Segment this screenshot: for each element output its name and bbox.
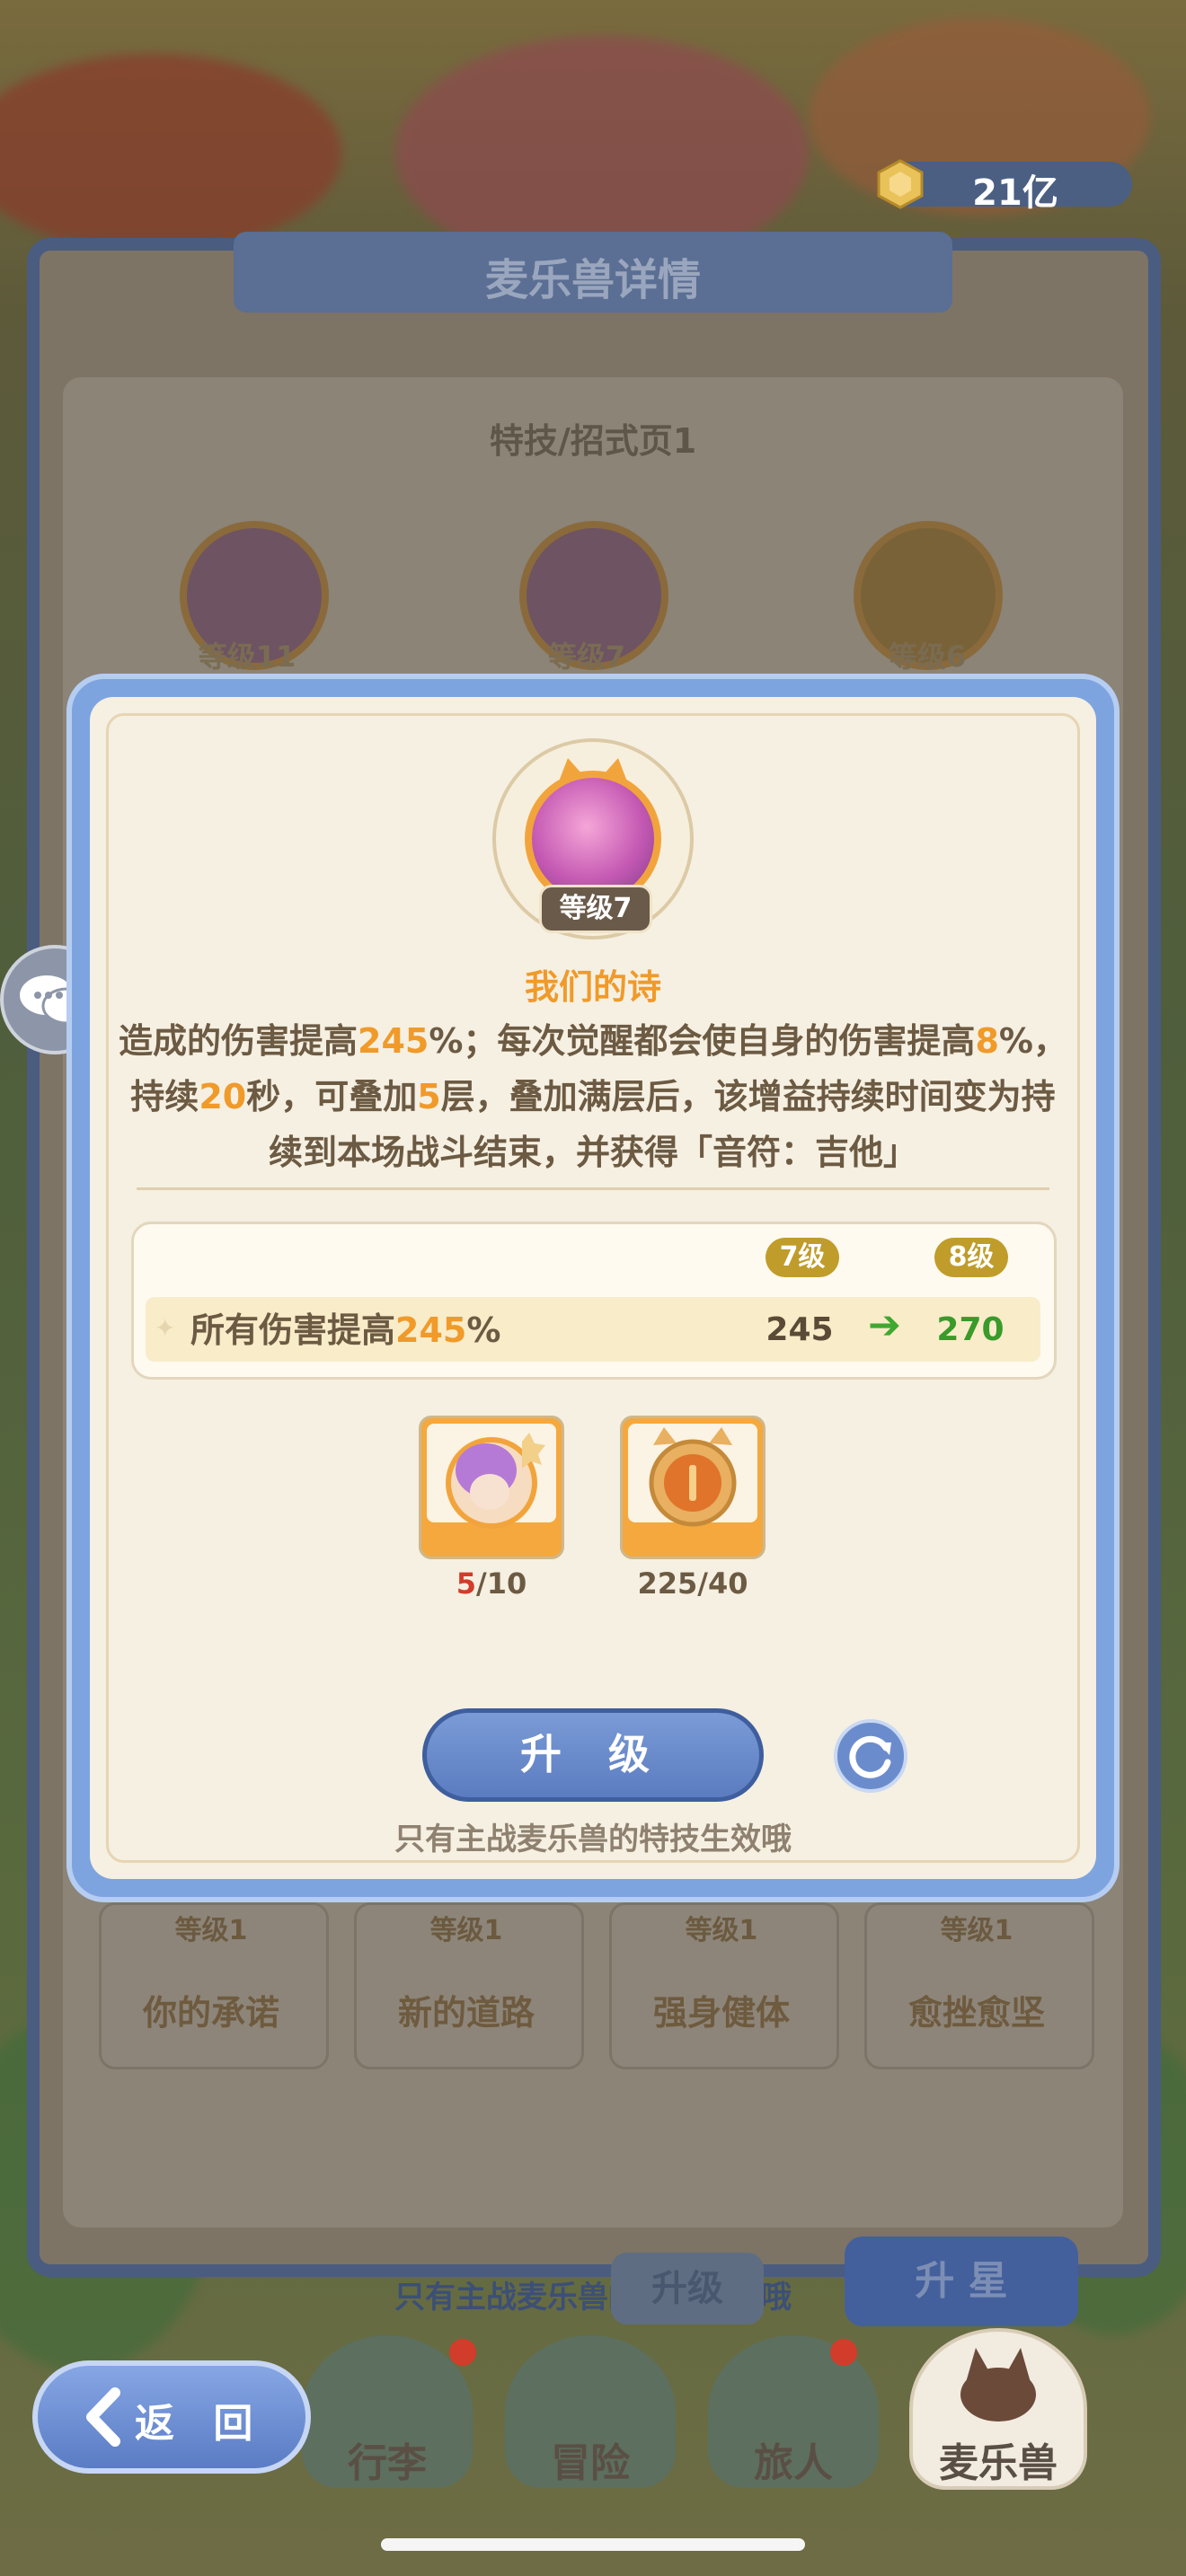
star-up-button[interactable]: 升 星 [845,2236,1078,2326]
stat-current-value: 245 [766,1311,834,1348]
home-indicator[interactable] [381,2538,805,2551]
current-level-pill: 7级 [766,1238,839,1277]
desc-highlight: 5 [417,1077,441,1116]
divider [137,1187,1049,1190]
desc-text: %；每次觉醒都会使自身的伤害提高 [429,1021,976,1061]
skill-card-level: 等级1 [174,1915,248,1946]
skill-level-badge: 等级7 [539,885,652,933]
skill-level-2: 等级7 [547,640,626,674]
material-count-1: 5/10 [456,1566,527,1601]
material-slot-2[interactable] [620,1416,766,1559]
back-label: 返 回 [135,2401,266,2447]
next-level-pill: 8级 [934,1238,1008,1277]
nav-traveler-label: 旅人 [754,2440,833,2486]
skill-level-1: 等级11 [198,640,296,674]
skill-name: 我们的诗 [524,967,661,1007]
detail-title: 麦乐兽详情 [484,255,701,305]
currency-amount: 21亿 [972,172,1058,214]
skill-card-name: 新的道路 [397,1993,535,2033]
skill-page-title[interactable]: 特技/招式页1 [63,413,1123,463]
skill-card-name: 你的承诺 [142,1993,279,2033]
skill-card-level: 等级1 [429,1915,503,1946]
character-shard-icon [427,1424,556,1529]
refresh-button[interactable] [834,1719,907,1793]
detail-hint: 只有主战麦乐兽的特技生效哦 [394,2280,792,2316]
arrow-right-icon: ➔ [868,1302,901,1348]
notification-badge [449,2339,476,2366]
refresh-icon [849,1735,891,1778]
nav-pets-label: 麦乐兽 [939,2440,1058,2486]
skill-card-level: 等级1 [685,1915,758,1946]
fox-icon [960,2348,1036,2422]
skill-card-level: 等级1 [940,1915,1013,1946]
stat-label: 所有伤害提高245% [190,1310,501,1350]
material-slot-1[interactable] [419,1416,564,1559]
stat-next-value: 270 [936,1311,1005,1348]
nav-adventure-label: 冒险 [551,2440,630,2486]
upgrade-button[interactable]: 升 级 [422,1708,764,1802]
desc-highlight: 20 [199,1077,247,1116]
notification-badge [830,2339,857,2366]
detail-upgrade-button[interactable]: 升级 [611,2253,764,2325]
back-arrow-icon [86,2387,120,2447]
skill-card-name: 愈挫愈坚 [907,1993,1045,2033]
coin-icon [877,159,924,209]
sparkle-icon: ✦ [155,1313,176,1343]
nav-luggage-label: 行李 [348,2440,427,2486]
desc-text: 秒，可叠加 [246,1077,418,1116]
desc-highlight: 245 [358,1021,429,1061]
skill-description: 造成的伤害提高245%；每次觉醒都会使自身的伤害提高8%，持续20秒，可叠加5层… [115,1013,1071,1180]
material-count-2: 225/40 [637,1566,748,1601]
modal-hint: 只有主战麦乐兽的特技生效哦 [394,1822,792,1857]
cat-coin-icon [628,1424,757,1527]
desc-highlight: 8 [975,1021,999,1061]
skill-card-name: 强身健体 [652,1993,790,2033]
skill-level-3: 等级6 [888,640,967,674]
desc-text: 造成的伤害提高 [119,1021,358,1061]
